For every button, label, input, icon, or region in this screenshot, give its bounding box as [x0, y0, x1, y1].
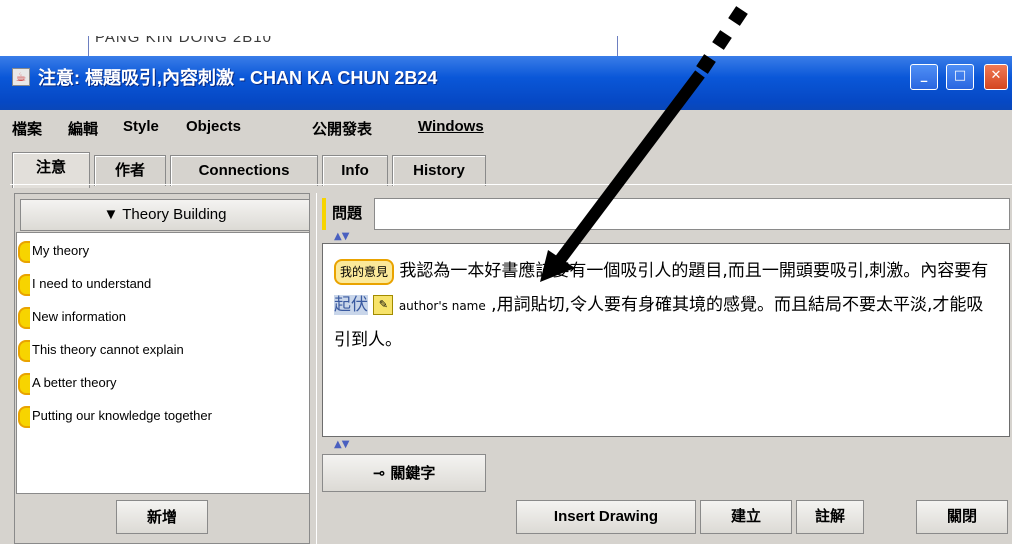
tab-history[interactable]: History	[392, 155, 486, 186]
scaffold-item[interactable]: I need to understand	[18, 273, 151, 296]
tab-info[interactable]: Info	[322, 155, 388, 186]
menu-style[interactable]: Style	[123, 118, 159, 135]
scaffold-tag-opinion[interactable]: 我的意見	[334, 259, 395, 285]
java-app-icon: ☕	[12, 68, 30, 86]
add-button[interactable]: 新增	[116, 500, 208, 534]
scaffold-item[interactable]: This theory cannot explain	[18, 339, 184, 362]
scaffold-list	[16, 232, 310, 494]
scaffold-bracket-icon	[18, 405, 30, 428]
menu-edit[interactable]: 編輯	[68, 118, 98, 139]
window-title: 注意: 標題吸引,內容刺激 - CHAN KA CHUN 2B24	[38, 68, 438, 88]
scaffold-bracket-icon	[18, 240, 30, 263]
scaffold-item[interactable]: A better theory	[18, 372, 117, 395]
question-input[interactable]	[374, 198, 1010, 230]
minimize-button[interactable]: _	[910, 64, 938, 90]
collapse-arrows-icon[interactable]: ▲▼	[334, 231, 349, 242]
tab-author[interactable]: 作者	[94, 155, 166, 186]
tab-connections[interactable]: Connections	[170, 155, 318, 186]
annotate-button[interactable]: 註解	[796, 500, 864, 534]
create-button[interactable]: 建立	[700, 500, 792, 534]
close-button[interactable]: 關閉	[916, 500, 1008, 534]
menu-objects[interactable]: Objects	[186, 118, 241, 135]
scaffold-bracket-icon	[18, 273, 30, 296]
author-name[interactable]: author's name	[399, 299, 486, 313]
scaffold-bracket-icon	[18, 372, 30, 395]
scaffold-item[interactable]: Putting our knowledge together	[18, 405, 212, 428]
highlighted-text[interactable]: 起伏	[334, 295, 368, 315]
note-content[interactable]: 我的意見 我認為一本好書應該要有一個吸引人的題目,而且一開頭要吸引,刺激。內容要…	[334, 254, 1000, 357]
menu-publish[interactable]: 公開發表	[312, 118, 372, 139]
close-window-button[interactable]: ✕	[984, 64, 1008, 90]
key-icon: ⊸	[372, 464, 386, 482]
menu-windows[interactable]: Windows	[418, 118, 484, 135]
theory-building-dropdown[interactable]: ▼ Theory Building	[20, 199, 310, 231]
scaffold-bracket-icon	[18, 339, 30, 362]
background-window-edge: PANG KIN DONG 2B10	[88, 36, 618, 58]
note-text-1: 我認為一本好書應該要有一個吸引人的題目,而且一開頭要吸引,刺激。內容要有	[399, 261, 989, 281]
author-reference-icon[interactable]: ✎	[373, 295, 394, 315]
question-label: 問題	[322, 198, 372, 230]
keyword-button[interactable]: ⊸ 關鍵字	[322, 454, 486, 492]
menu-file[interactable]: 檔案	[12, 118, 42, 139]
tab-note[interactable]: 注意	[12, 152, 90, 188]
scaffold-item[interactable]: My theory	[18, 240, 89, 263]
collapse-arrows-icon[interactable]: ▲▼	[334, 439, 349, 450]
scaffold-item[interactable]: New information	[18, 306, 126, 329]
maximize-button[interactable]: □	[946, 64, 974, 90]
tab-strip-divider	[10, 184, 1012, 185]
insert-drawing-button[interactable]: Insert Drawing	[516, 500, 696, 534]
background-window-title: PANG KIN DONG 2B10	[95, 36, 272, 46]
scaffold-bracket-icon	[18, 306, 30, 329]
